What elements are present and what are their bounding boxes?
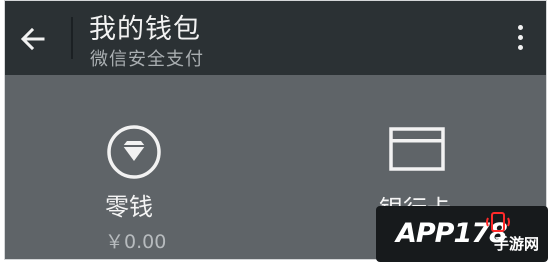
- wallet-change-tile[interactable]: 零钱 ￥0.00: [5, 75, 275, 259]
- card-icon: [389, 127, 445, 171]
- more-options-button[interactable]: [508, 17, 532, 57]
- change-label: 零钱: [105, 193, 153, 221]
- phone-icon: [486, 212, 510, 232]
- site-watermark: APP178 手游网: [376, 206, 548, 262]
- diamond-circle-icon: [107, 125, 161, 179]
- change-amount: ￥0.00: [105, 231, 167, 253]
- arrow-left-icon: [20, 27, 45, 51]
- page-subtitle: 微信安全支付: [90, 49, 204, 70]
- page-title: 我的钱包: [89, 14, 201, 45]
- app-bar: 我的钱包 微信安全支付: [5, 1, 546, 75]
- appbar-divider: [71, 17, 73, 59]
- back-button[interactable]: [13, 19, 53, 59]
- watermark-sub: 手游网: [494, 235, 540, 253]
- more-vertical-icon-dot: [517, 44, 523, 50]
- more-vertical-icon: [517, 24, 523, 30]
- more-vertical-icon-dot: [517, 34, 523, 40]
